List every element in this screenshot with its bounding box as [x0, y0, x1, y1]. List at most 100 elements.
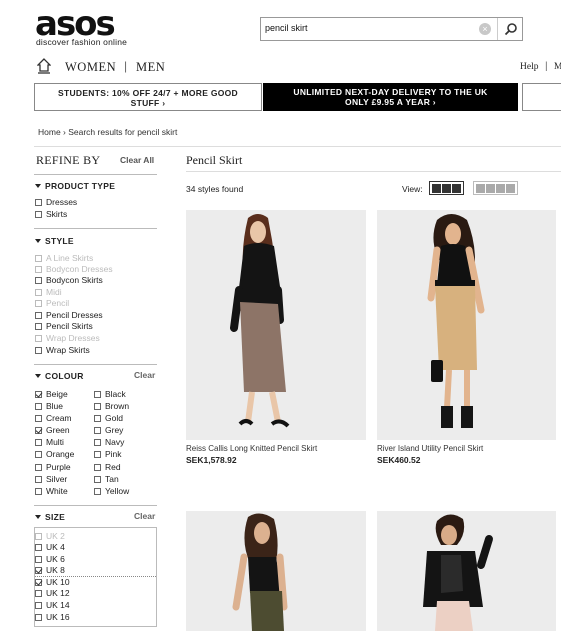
checkbox[interactable]: [35, 427, 42, 434]
filter-option[interactable]: Pink: [94, 449, 122, 460]
filter-option[interactable]: Tan: [94, 474, 119, 485]
checkbox[interactable]: [94, 488, 101, 495]
checkbox[interactable]: [35, 312, 42, 319]
filter-option[interactable]: Navy: [94, 437, 124, 448]
nav-separator: |: [545, 61, 548, 72]
view-large-grid-button[interactable]: [429, 181, 464, 195]
checkbox[interactable]: [35, 415, 42, 422]
filter-option[interactable]: Dresses: [35, 197, 77, 208]
checkbox[interactable]: [35, 347, 42, 354]
filter-option[interactable]: Grey: [94, 425, 123, 436]
filter-option[interactable]: UK 4: [35, 542, 65, 553]
filter-option[interactable]: UK 10: [35, 577, 70, 588]
checkbox[interactable]: [35, 488, 42, 495]
filter-option[interactable]: Multi: [35, 437, 64, 448]
filter-option[interactable]: Purple: [35, 462, 71, 473]
checkbox[interactable]: [94, 476, 101, 483]
view-small-grid-button[interactable]: [473, 181, 518, 195]
product-image[interactable]: [186, 511, 366, 631]
colour-clear-button[interactable]: Clear: [134, 370, 155, 380]
checkbox[interactable]: [35, 323, 42, 330]
product-name[interactable]: Reiss Callis Long Knitted Pencil Skirt: [186, 444, 317, 453]
product-image[interactable]: [377, 511, 556, 631]
filter-option[interactable]: UK 6: [35, 554, 65, 565]
checkbox[interactable]: [94, 403, 101, 410]
colour-heading[interactable]: COLOUR: [35, 371, 84, 381]
checkbox[interactable]: [35, 579, 42, 586]
size-heading[interactable]: SIZE: [35, 512, 65, 522]
home-icon[interactable]: [37, 58, 51, 74]
checkbox[interactable]: [35, 602, 42, 609]
checkbox: [35, 289, 42, 296]
nav-women[interactable]: WOMEN: [65, 60, 116, 75]
filter-option[interactable]: Brown: [94, 401, 129, 412]
style-heading[interactable]: STYLE: [35, 236, 74, 246]
checkbox[interactable]: [35, 391, 42, 398]
checkbox[interactable]: [35, 590, 42, 597]
checkbox[interactable]: [94, 415, 101, 422]
results-count: 34 styles found: [186, 184, 244, 194]
filter-option: Bodycon Dresses: [35, 264, 113, 275]
filter-option[interactable]: UK 16: [35, 612, 70, 623]
checkbox[interactable]: [35, 614, 42, 621]
product-name[interactable]: River Island Utility Pencil Skirt: [377, 444, 483, 453]
model-illustration: [232, 513, 288, 631]
filter-option[interactable]: Bodycon Skirts: [35, 275, 103, 286]
product-image[interactable]: [186, 210, 366, 440]
checkbox[interactable]: [35, 567, 42, 574]
filter-option[interactable]: Green: [35, 425, 70, 436]
checkbox[interactable]: [35, 476, 42, 483]
filter-option[interactable]: Orange: [35, 449, 74, 460]
view-label: View:: [402, 184, 423, 194]
clear-search-icon[interactable]: ×: [479, 23, 491, 35]
search-box[interactable]: pencil skirt ×: [260, 17, 523, 41]
size-clear-button[interactable]: Clear: [134, 511, 155, 521]
checkbox[interactable]: [94, 391, 101, 398]
checkbox[interactable]: [35, 439, 42, 446]
model-illustration: [427, 214, 485, 428]
filter-option[interactable]: Skirts: [35, 209, 67, 220]
search-icon[interactable]: [504, 22, 518, 36]
filter-option[interactable]: Wrap Skirts: [35, 345, 90, 356]
filter-option[interactable]: Blue: [35, 401, 63, 412]
checkbox[interactable]: [35, 199, 42, 206]
checkbox: [35, 335, 42, 342]
filter-option[interactable]: Red: [94, 462, 121, 473]
nav-men[interactable]: MEN: [136, 60, 165, 75]
filter-option[interactable]: UK 12: [35, 588, 70, 599]
filter-option[interactable]: UK 8: [35, 565, 65, 576]
nav-my-account[interactable]: M: [554, 62, 561, 72]
checkbox[interactable]: [35, 277, 42, 284]
checkbox[interactable]: [94, 427, 101, 434]
promo-banner-partial[interactable]: [522, 83, 561, 111]
filter-option[interactable]: Silver: [35, 474, 67, 485]
checkbox[interactable]: [94, 451, 101, 458]
filter-option[interactable]: Black: [94, 389, 126, 400]
filter-option[interactable]: Cream: [35, 413, 72, 424]
checkbox[interactable]: [35, 544, 42, 551]
filter-option[interactable]: Gold: [94, 413, 123, 424]
filter-option[interactable]: Beige: [35, 389, 68, 400]
filter-option[interactable]: Yellow: [94, 486, 129, 497]
delivery-promo-banner[interactable]: UNLIMITED NEXT-DAY DELIVERY TO THE UK ON…: [263, 83, 518, 111]
checkbox[interactable]: [35, 451, 42, 458]
checkbox[interactable]: [35, 211, 42, 218]
product-type-heading[interactable]: PRODUCT TYPE: [35, 181, 115, 191]
nav-help[interactable]: Help: [520, 62, 538, 72]
checkbox[interactable]: [35, 403, 42, 410]
student-promo-banner[interactable]: STUDENTS: 10% OFF 24/7 + MORE GOOD STUFF…: [34, 83, 262, 111]
clear-all-button[interactable]: Clear All: [120, 155, 154, 165]
filter-option[interactable]: Pencil Skirts: [35, 321, 93, 332]
filter-option[interactable]: Pencil Dresses: [35, 310, 103, 321]
checkbox[interactable]: [35, 464, 42, 471]
search-input[interactable]: pencil skirt: [265, 23, 308, 33]
asos-logo[interactable]: asos: [35, 7, 116, 41]
breadcrumb[interactable]: Home › Search results for pencil skirt: [38, 127, 177, 137]
divider: [34, 228, 157, 229]
product-image[interactable]: [377, 210, 556, 440]
checkbox[interactable]: [94, 464, 101, 471]
checkbox[interactable]: [94, 439, 101, 446]
checkbox[interactable]: [35, 556, 42, 563]
filter-option[interactable]: UK 14: [35, 600, 70, 611]
filter-option[interactable]: White: [35, 486, 68, 497]
